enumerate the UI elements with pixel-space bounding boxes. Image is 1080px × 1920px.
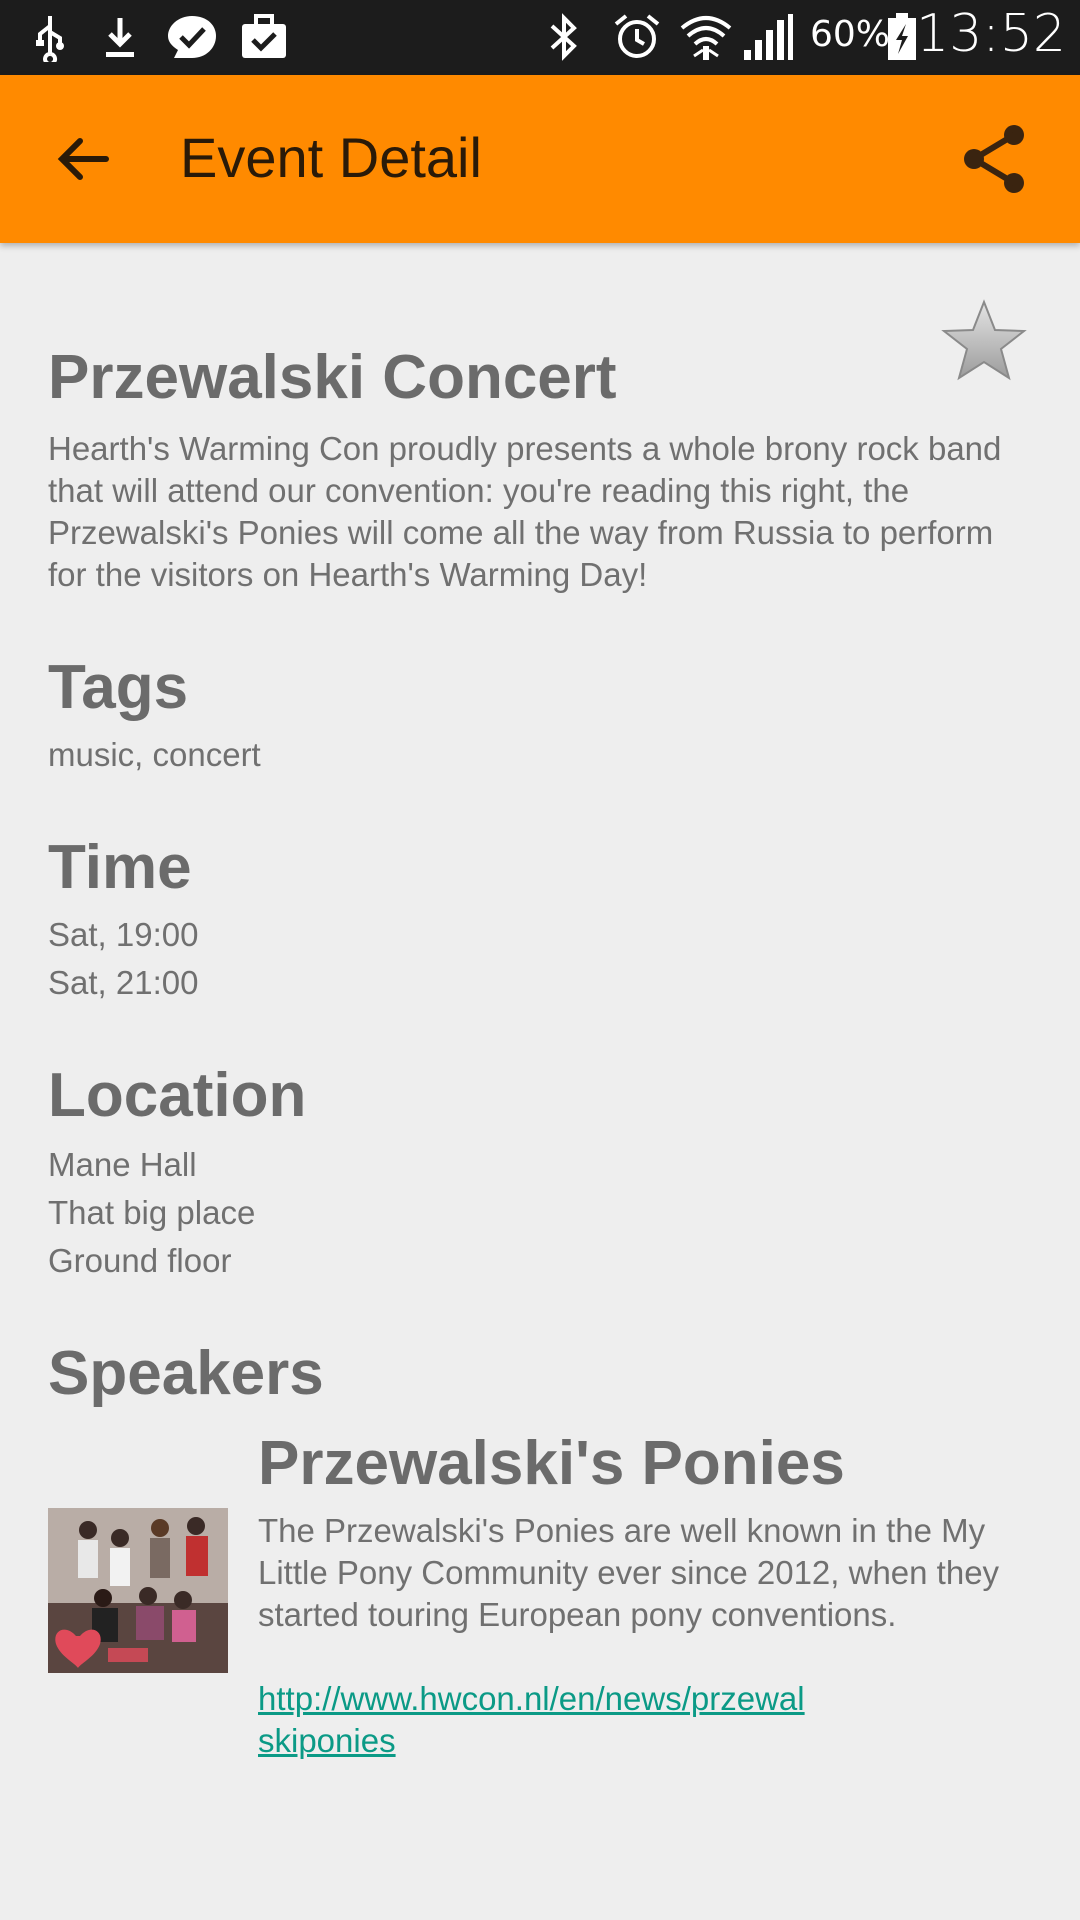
location-line: That big place: [48, 1194, 256, 1231]
time-line: Sat, 21:00: [48, 964, 199, 1001]
wifi-icon: [678, 12, 734, 62]
clock: 13:52: [916, 4, 1066, 64]
share-icon: [956, 125, 1036, 203]
tags-heading: Tags: [48, 653, 189, 722]
event-title: Przewalski Concert: [48, 343, 617, 412]
back-button[interactable]: [44, 119, 124, 199]
usb-icon: [30, 12, 70, 62]
arrow-back-icon: [44, 138, 124, 203]
event-description: Hearth's Warming Con proudly presents a …: [48, 430, 1002, 593]
speakers-heading: Speakers: [48, 1339, 324, 1408]
location-line: Ground floor: [48, 1242, 232, 1279]
status-bar: 60% 13:52: [0, 0, 1080, 75]
signal-icon: [742, 12, 794, 62]
battery-percent: 60%: [810, 14, 891, 55]
location-line: Mane Hall: [48, 1146, 197, 1183]
alarm-icon: [612, 12, 662, 62]
battery-charging-icon: [886, 12, 918, 62]
speaker-name: Przewalski's Ponies: [258, 1429, 845, 1498]
favorite-button[interactable]: [940, 298, 1028, 386]
star-icon: [940, 299, 1028, 390]
location-heading: Location: [48, 1061, 307, 1130]
check-bubble-icon: [166, 12, 218, 62]
speaker-bio: The Przewalski's Ponies are well known i…: [258, 1512, 1000, 1633]
time-line: Sat, 19:00: [48, 916, 199, 953]
speaker-photo: [48, 1508, 228, 1673]
download-icon: [100, 12, 140, 62]
briefcase-check-icon: [240, 12, 288, 62]
app-bar: Event Detail: [0, 75, 1080, 243]
speaker-link[interactable]: http://www.hwcon.nl/en/news/przewalskipo…: [258, 1678, 818, 1762]
share-button[interactable]: [956, 119, 1036, 199]
tags-value: music, concert: [48, 736, 261, 773]
time-heading: Time: [48, 833, 192, 902]
app-title: Event Detail: [180, 126, 482, 189]
bluetooth-icon: [546, 12, 582, 62]
